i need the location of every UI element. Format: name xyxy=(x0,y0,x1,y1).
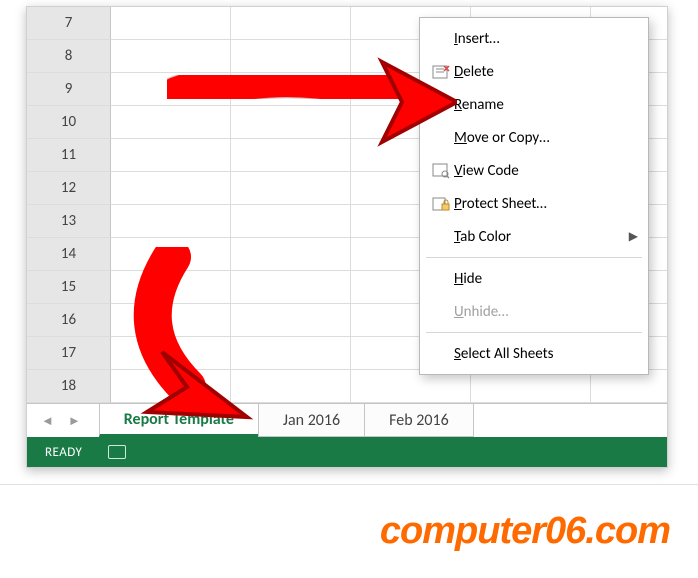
blank-icon xyxy=(428,228,454,246)
cell[interactable] xyxy=(111,40,231,73)
cell[interactable] xyxy=(111,205,231,238)
row-header[interactable]: 7 xyxy=(27,7,111,40)
row-header[interactable]: 13 xyxy=(27,205,111,238)
row-header[interactable]: 10 xyxy=(27,106,111,139)
ctx-protect-sheet[interactable]: Protect Sheet… xyxy=(420,187,648,220)
blank-icon xyxy=(428,303,454,321)
cell[interactable] xyxy=(111,304,231,337)
ctx-tab-color[interactable]: Tab Color ▶ xyxy=(420,220,648,253)
blank-icon xyxy=(428,30,454,48)
cell[interactable] xyxy=(111,139,231,172)
ctx-hide[interactable]: Hide xyxy=(420,262,648,295)
cell[interactable] xyxy=(111,106,231,139)
cell[interactable] xyxy=(111,7,231,40)
row-header[interactable]: 8 xyxy=(27,40,111,73)
blank-icon xyxy=(428,345,454,363)
ctx-separator xyxy=(426,332,642,333)
tab-nav: ◄ ► xyxy=(37,404,99,437)
cell[interactable] xyxy=(231,205,351,238)
row-header[interactable]: 16 xyxy=(27,304,111,337)
cell[interactable] xyxy=(111,73,231,106)
submenu-arrow-icon: ▶ xyxy=(623,229,638,244)
status-ready-label: READY xyxy=(45,445,82,460)
row-header[interactable]: 11 xyxy=(27,139,111,172)
cell[interactable] xyxy=(111,337,231,370)
cell[interactable] xyxy=(231,106,351,139)
cell[interactable] xyxy=(111,238,231,271)
protect-sheet-icon xyxy=(428,195,454,213)
sheet-tabstrip: ◄ ► Report Template Jan 2016 Feb 2016 xyxy=(27,403,667,437)
row-header[interactable]: 14 xyxy=(27,238,111,271)
sheet-tab[interactable]: Jan 2016 xyxy=(258,404,365,437)
cell[interactable] xyxy=(231,172,351,205)
cell[interactable] xyxy=(231,139,351,172)
blank-icon xyxy=(428,129,454,147)
ctx-separator xyxy=(426,257,642,258)
ctx-move-copy[interactable]: Move or Copy… xyxy=(420,121,648,154)
row-header[interactable]: 17 xyxy=(27,337,111,370)
ctx-delete[interactable]: Delete xyxy=(420,55,648,88)
blank-icon xyxy=(428,270,454,288)
sheet-tab-active[interactable]: Report Template xyxy=(99,404,259,437)
tab-nav-prev-icon[interactable]: ◄ xyxy=(41,413,54,429)
ctx-insert[interactable]: Insert… xyxy=(420,22,648,55)
ctx-select-all-sheets[interactable]: Select All Sheets xyxy=(420,337,648,370)
cell[interactable] xyxy=(111,370,231,403)
row-header[interactable]: 18 xyxy=(27,370,111,403)
cell[interactable] xyxy=(111,172,231,205)
cell[interactable] xyxy=(111,271,231,304)
row-header[interactable]: 12 xyxy=(27,172,111,205)
sheet-context-menu: Insert… Delete Rename Move or Copy… View… xyxy=(419,17,649,375)
blank-icon xyxy=(428,96,454,114)
cell[interactable] xyxy=(231,337,351,370)
cell[interactable] xyxy=(231,304,351,337)
cell[interactable] xyxy=(231,271,351,304)
row-header[interactable]: 15 xyxy=(27,271,111,304)
watermark-text: computer06.com xyxy=(380,510,670,553)
view-code-icon xyxy=(428,162,454,180)
cell[interactable] xyxy=(231,7,351,40)
excel-window: 7 8 9 10 11 12 13 14 15 16 17 18 ◄ ► Rep… xyxy=(26,6,668,468)
ctx-rename[interactable]: Rename xyxy=(420,88,648,121)
delete-sheet-icon xyxy=(428,63,454,81)
cell[interactable] xyxy=(231,370,351,403)
sheet-tab[interactable]: Feb 2016 xyxy=(364,404,474,437)
macro-record-icon[interactable] xyxy=(108,445,126,459)
tab-nav-next-icon[interactable]: ► xyxy=(68,413,81,429)
cell[interactable] xyxy=(231,40,351,73)
row-header[interactable]: 9 xyxy=(27,73,111,106)
status-bar: READY xyxy=(27,437,667,467)
cell[interactable] xyxy=(231,238,351,271)
ctx-view-code[interactable]: View Code xyxy=(420,154,648,187)
ctx-unhide: Unhide… xyxy=(420,295,648,328)
cell[interactable] xyxy=(231,73,351,106)
watermark-footer: computer06.com xyxy=(0,484,698,578)
